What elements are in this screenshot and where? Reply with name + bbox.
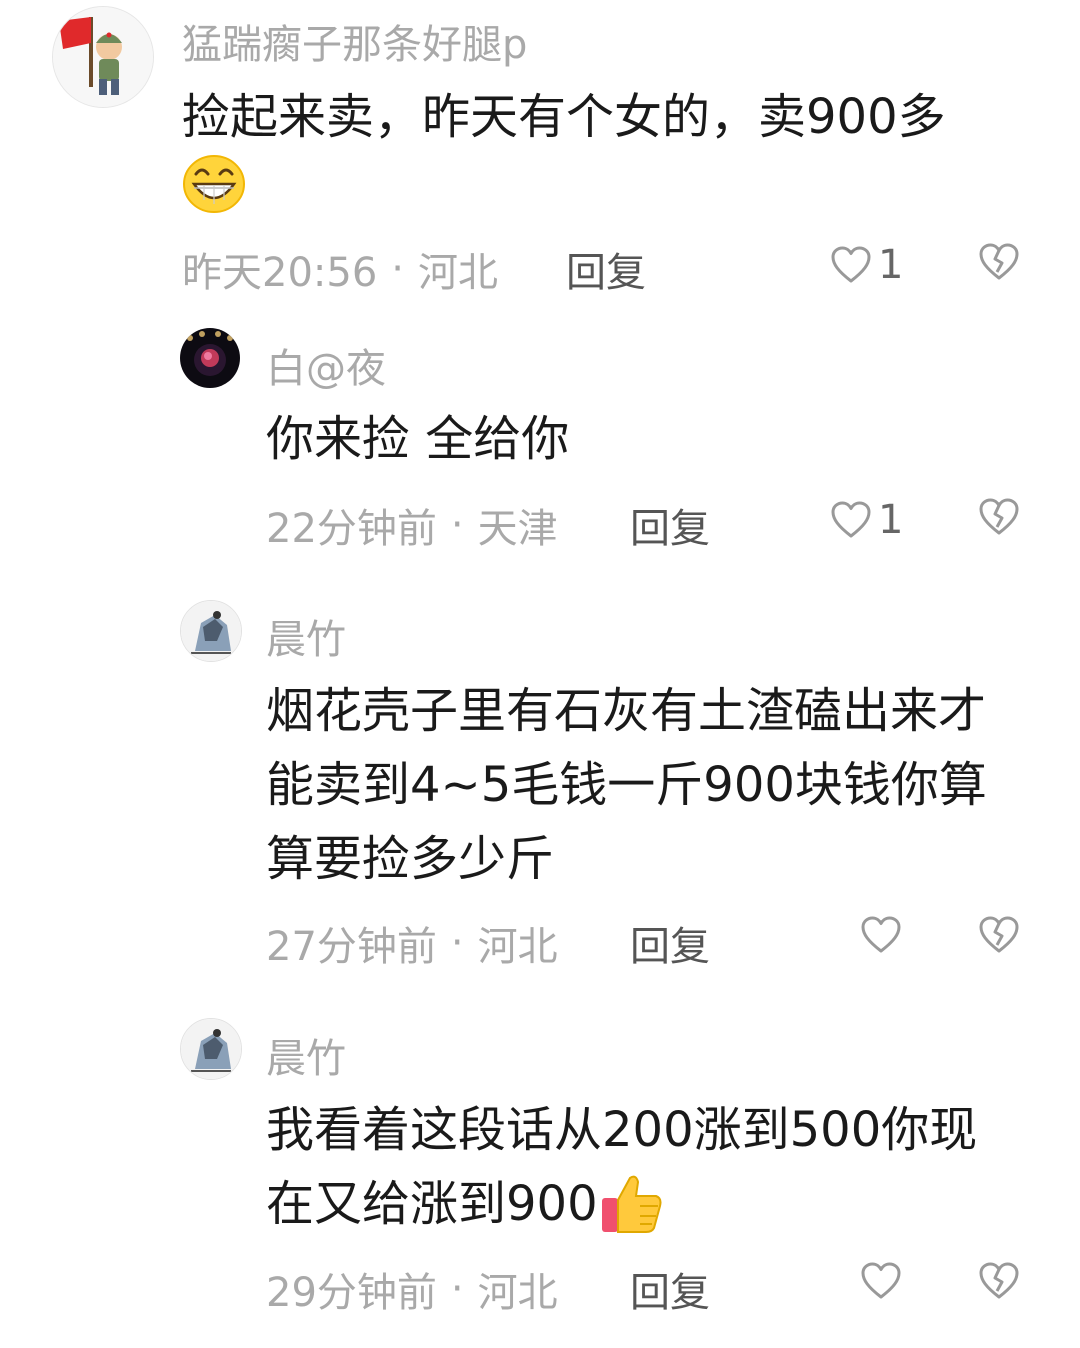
- avatar[interactable]: [52, 6, 154, 108]
- reply-button[interactable]: 回复: [630, 914, 710, 972]
- meta-separator: ·: [450, 1266, 464, 1312]
- like-button[interactable]: [860, 1261, 902, 1301]
- dislike-button[interactable]: [978, 915, 1020, 955]
- dislike-button[interactable]: [978, 242, 1020, 282]
- like-button[interactable]: [860, 915, 902, 955]
- like-count: 1: [878, 497, 904, 543]
- comment-text-line: 在又给涨到900: [266, 1167, 977, 1241]
- warrior-sketch-avatar-icon: [181, 1019, 241, 1079]
- comment-text: 捡起来卖，昨天有个女的，卖900多: [182, 80, 946, 154]
- comment-meta: 22分钟前 · 天津: [266, 496, 558, 554]
- heart-icon: [831, 501, 871, 538]
- comment-time: 22分钟前: [266, 506, 437, 552]
- broken-heart-icon: [979, 916, 1019, 953]
- red-flag-soldier-avatar-icon: [53, 7, 153, 107]
- avatar[interactable]: [180, 600, 242, 662]
- heart-icon: [831, 246, 871, 283]
- comment-text-line: 捡起来卖，昨天有个女的，卖900多: [182, 89, 946, 145]
- reply-button[interactable]: 回复: [566, 240, 646, 298]
- avatar[interactable]: [180, 1018, 242, 1080]
- meta-separator: ·: [450, 920, 464, 966]
- avatar[interactable]: [180, 328, 240, 388]
- comment-meta: 27分钟前 · 河北: [266, 914, 558, 972]
- comment-time: 昨天20:56: [182, 250, 378, 296]
- comment-meta: 昨天20:56 · 河北: [182, 240, 498, 298]
- comment-meta: 29分钟前 · 河北: [266, 1260, 558, 1318]
- comment-username[interactable]: 猛踹瘸子那条好腿p: [182, 12, 527, 70]
- heart-icon: [861, 916, 901, 953]
- comment-text-line: 烟花壳子里有石灰有土渣磕出来才: [266, 683, 987, 739]
- meta-separator: ·: [450, 502, 464, 548]
- broken-heart-icon: [979, 498, 1019, 535]
- heart-icon: [861, 1262, 901, 1299]
- grinning-face-emoji-icon: [182, 154, 246, 214]
- comment-location: 天津: [477, 506, 558, 552]
- comment-text: 你来捡 全给你: [266, 411, 570, 467]
- meta-separator: ·: [391, 246, 404, 292]
- comment-text-line-content: 在又给涨到900: [266, 1176, 598, 1232]
- comment-location: 河北: [477, 1270, 558, 1316]
- like-count: 1: [878, 242, 904, 288]
- like-button[interactable]: 1: [830, 242, 903, 288]
- broken-heart-icon: [979, 1262, 1019, 1299]
- comment-text-line: 我看着这段话从200涨到500你现: [266, 1102, 978, 1158]
- comment-text: 我看着这段话从200涨到500你现 在又给涨到900: [266, 1093, 977, 1241]
- comment-time: 27分钟前: [266, 924, 437, 970]
- comment-text-line: 算要捡多少斤: [266, 831, 555, 887]
- comment-location: 河北: [477, 924, 558, 970]
- like-button[interactable]: 1: [830, 497, 903, 543]
- dislike-button[interactable]: [978, 497, 1020, 537]
- comment-username[interactable]: 白@夜: [266, 336, 386, 394]
- comment-time: 29分钟前: [266, 1270, 437, 1316]
- reply-button[interactable]: 回复: [630, 496, 710, 554]
- dark-night-avatar-icon: [180, 328, 240, 388]
- thumbs-up-emoji-icon: [601, 1175, 662, 1233]
- comment-username[interactable]: 晨竹: [266, 1026, 346, 1084]
- comment-username[interactable]: 晨竹: [266, 607, 346, 665]
- broken-heart-icon: [979, 243, 1019, 280]
- warrior-sketch-avatar-icon: [181, 601, 241, 661]
- dislike-button[interactable]: [978, 1261, 1020, 1301]
- reply-button[interactable]: 回复: [630, 1260, 710, 1318]
- comment-text: 烟花壳子里有石灰有土渣磕出来才 能卖到4~5毛钱一斤900块钱你算 算要捡多少斤: [266, 674, 987, 896]
- comment-text-line: 能卖到4~5毛钱一斤900块钱你算: [266, 757, 987, 813]
- comment-location: 河北: [418, 250, 498, 296]
